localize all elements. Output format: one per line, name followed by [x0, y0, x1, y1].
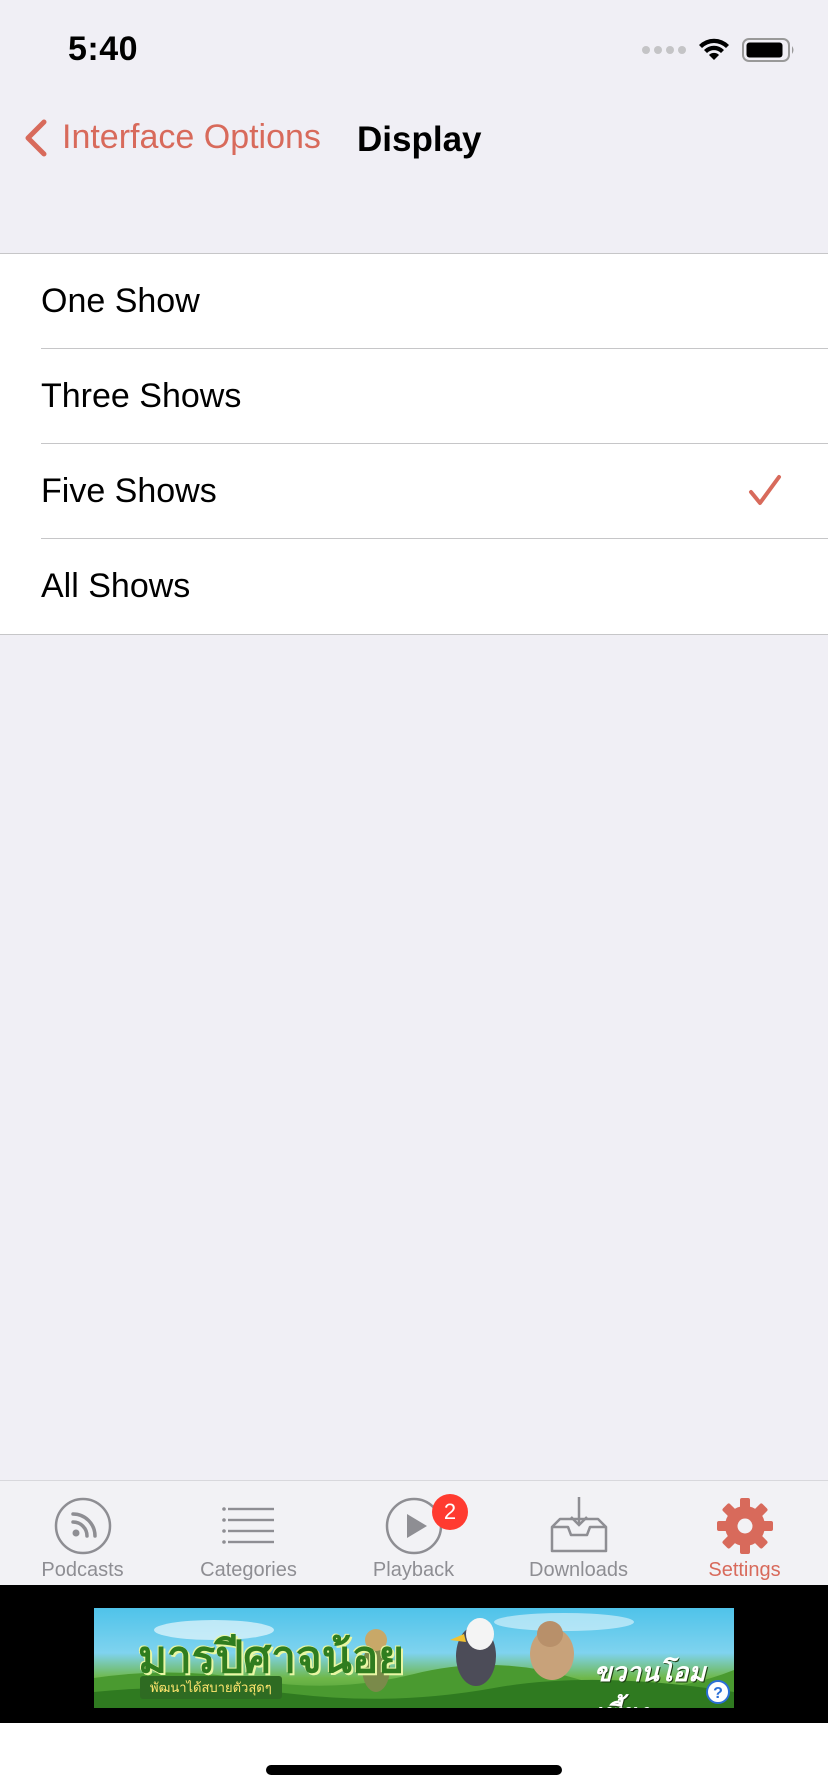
signal-icon [642, 46, 686, 54]
list-icon [221, 1507, 274, 1544]
gear-icon [716, 1498, 773, 1554]
tab-label: Categories [200, 1559, 297, 1581]
checkmark-icon [749, 475, 781, 505]
option-five-shows[interactable]: Five Shows [0, 444, 828, 539]
tab-podcasts[interactable]: Podcasts [0, 1481, 165, 1586]
home-indicator-area [0, 1723, 828, 1792]
podcast-icon [54, 1497, 111, 1555]
tab-settings[interactable]: Settings [662, 1481, 827, 1586]
status-icons [642, 36, 796, 64]
tab-label: Settings [708, 1559, 781, 1581]
ad-subtitle: พัฒนาได้สบายตัวสุดๆ [140, 1676, 282, 1699]
chevron-left-icon [25, 119, 47, 156]
download-tray-icon [550, 1497, 607, 1553]
option-label: Three Shows [41, 377, 242, 415]
option-one-show[interactable]: One Show [0, 254, 828, 349]
tab-bar: Podcasts Categories Playback Downloads S… [0, 1480, 828, 1586]
battery-icon [742, 38, 794, 62]
navigation-bar: Interface Options Display [0, 100, 828, 180]
tab-downloads[interactable]: Downloads [496, 1481, 661, 1586]
page-title: Display [357, 120, 482, 159]
tab-categories[interactable]: Categories [166, 1481, 331, 1586]
back-button[interactable]: Interface Options [24, 118, 321, 157]
ad-info-icon[interactable]: ? [706, 1680, 730, 1704]
option-label: Five Shows [41, 472, 217, 510]
playback-badge: 2 [432, 1494, 468, 1530]
tab-label: Podcasts [41, 1559, 124, 1581]
wifi-icon [699, 38, 729, 60]
ad-banner[interactable]: มารปีศาจน้อย พัฒนาได้สบายตัวสุดๆ ขวานโอม… [94, 1608, 734, 1708]
status-bar: 5:40 [0, 0, 828, 100]
ad-container: มารปีศาจน้อย พัฒนาได้สบายตัวสุดๆ ขวานโอม… [0, 1585, 828, 1723]
option-label: All Shows [41, 567, 191, 605]
back-button-label: Interface Options [62, 118, 321, 156]
tab-label: Playback [372, 1559, 455, 1581]
display-options-list: One Show Three Shows Five Shows All Show… [0, 253, 828, 635]
option-three-shows[interactable]: Three Shows [0, 349, 828, 444]
tab-label: Downloads [529, 1559, 628, 1581]
home-indicator[interactable] [266, 1765, 562, 1775]
tab-playback[interactable]: Playback [331, 1481, 496, 1586]
option-all-shows[interactable]: All Shows [0, 539, 828, 634]
option-label: One Show [41, 282, 200, 320]
status-time: 5:40 [68, 30, 139, 68]
